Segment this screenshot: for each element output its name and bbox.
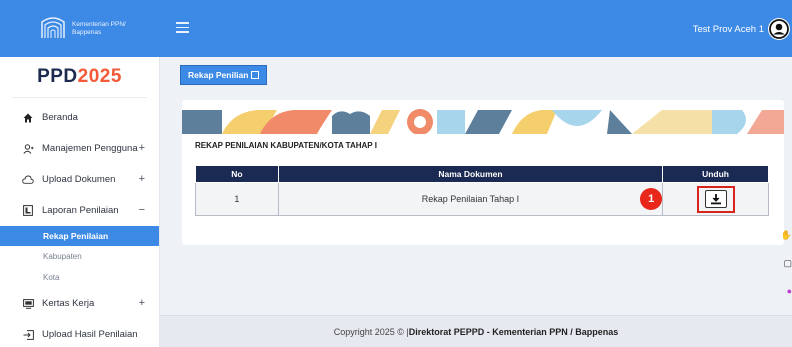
user-avatar-icon[interactable] [768,18,790,40]
sidebar-item-beranda[interactable]: Beranda [0,102,159,133]
footer-org: Direktorat PEPPD - Kementerian PPN / Bap… [408,326,619,337]
upload-icon [22,329,34,340]
breadcrumb-label: Rekap Penilian [188,70,249,80]
expand-icon[interactable]: + [139,142,145,154]
sidebar-item-label: Manajemen Pengguna [42,143,138,154]
collapse-icon[interactable]: − [139,204,145,216]
sidebar-subitem-kabupaten[interactable]: Kabupaten [0,246,159,267]
palette-icon[interactable]: ● [778,286,792,304]
decorative-banner [182,109,784,134]
footer-copyright: Copyright 2025 © | [333,326,409,337]
sidebar-item-upload-dokumen[interactable]: Upload Dokumen + [0,164,159,195]
rekap-card: REKAP PENILAIAN KABUPATEN/KOTA TAHAP I N… [182,100,784,245]
sidebar-item-manajemen-pengguna[interactable]: Manajemen Pengguna + [0,133,159,164]
sidebar-item-label: Beranda [42,112,78,123]
sidebar-item-kertas-kerja[interactable]: Kertas Kerja + [0,288,159,319]
sidebar: PPD 2025 Beranda Manajemen Pengguna + Upl… [0,57,160,347]
sidebar-item-label: Laporan Penilaian [42,205,119,216]
cloud-icon [22,175,34,184]
cell-unduh: 1 [640,182,769,216]
app-title: PPD 2025 [0,57,159,97]
sidebar-item-label: Upload Hasil Penilaian [42,329,138,340]
brand-text-line1: Kementerian PPN/ [72,21,126,28]
app-title-prefix: PPD [37,66,78,87]
floating-tools: ✋ ▢ ● [778,230,792,310]
sidebar-subitem-rekap-penilaian[interactable]: Rekap Penilaian [0,226,159,246]
user-menu[interactable]: Test Prov Aceh 1 [693,18,792,40]
column-header-no: No [195,165,279,183]
expand-icon[interactable]: + [139,297,145,309]
cell-nama-dokumen: Rekap Penilaian Tahap I [277,182,664,216]
report-icon [22,205,34,216]
card-title: REKAP PENILAIAN KABUPATEN/KOTA TAHAP I [195,141,377,150]
user-manage-icon [22,143,34,154]
sidebar-item-label: Upload Dokumen [42,174,116,185]
breadcrumb-tab[interactable]: Rekap Penilian [180,65,268,85]
sidebar-subitem-kota[interactable]: Kota [0,267,159,288]
table-row: 1 Rekap Penilaian Tahap I 1 [195,182,769,216]
home-icon [22,113,34,123]
highlight-box [696,185,735,213]
bappenas-logo-icon [41,16,65,38]
window-icon [251,71,260,79]
chat-icon[interactable]: ▢ [778,258,792,276]
rekap-table: No Nama Dokumen Unduh 1 Rekap Penilaian … [195,165,769,216]
user-name: Test Prov Aceh 1 [692,23,764,35]
brand[interactable]: Kementerian PPN/ Bappenas [0,0,160,57]
hand-icon[interactable]: ✋ [778,230,792,248]
expand-icon[interactable]: + [139,173,145,185]
sidebar-item-upload-hasil-penilaian[interactable]: Upload Hasil Penilaian [0,319,159,347]
hamburger-menu-icon[interactable] [176,22,189,34]
monitor-icon [22,298,34,309]
table-header-row: No Nama Dokumen Unduh [195,165,769,183]
footer: Copyright 2025 © | Direktorat PEPPD - Kem… [160,315,792,347]
step-badge: 1 [640,188,663,210]
download-button[interactable] [704,190,727,208]
app-title-year: 2025 [77,66,122,87]
brand-text-line2: Bappenas [72,28,102,36]
download-icon [710,194,721,205]
brand-text: Kementerian PPN/ Bappenas [72,21,152,36]
cell-no: 1 [195,182,279,216]
top-navbar: Kementerian PPN/ Bappenas Test Prov Aceh… [0,0,792,57]
sidebar-item-laporan-penilaian[interactable]: Laporan Penilaian − [0,195,159,226]
sidebar-divider [12,97,147,98]
sidebar-item-label: Kertas Kerja [42,298,95,309]
column-header-nama-dokumen: Nama Dokumen [277,165,664,183]
column-header-unduh: Unduh [662,165,769,183]
